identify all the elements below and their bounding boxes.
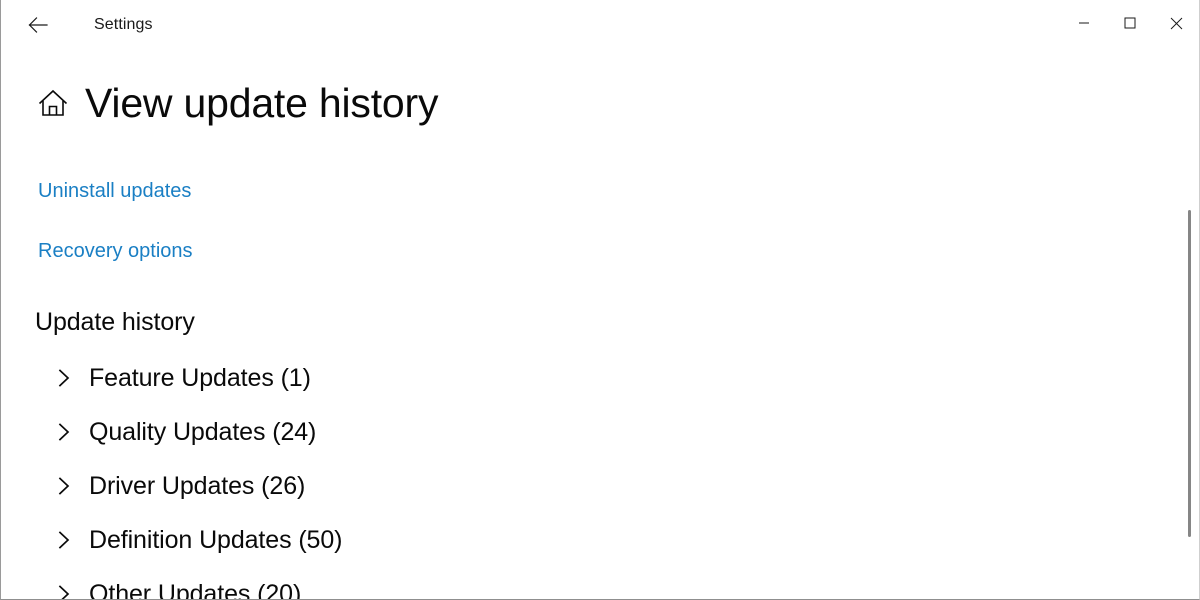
update-category-other-updates[interactable]: Other Updates (20) [51, 567, 651, 600]
chevron-right-icon [51, 581, 77, 599]
update-category-label: Feature Updates (1) [89, 364, 311, 392]
update-category-label: Definition Updates (50) [89, 526, 343, 554]
page-header: View update history [35, 79, 438, 127]
page-title: View update history [85, 80, 439, 126]
chevron-right-icon [51, 419, 77, 445]
chevron-right-icon [51, 527, 77, 553]
home-icon[interactable] [35, 85, 71, 121]
chevron-right-icon [51, 473, 77, 499]
update-history-heading: Update history [35, 308, 195, 336]
update-category-label: Driver Updates (26) [89, 472, 306, 500]
recovery-options-link[interactable]: Recovery options [38, 238, 193, 264]
update-category-label: Other Updates (20) [89, 580, 302, 600]
minimize-button[interactable] [1061, 0, 1107, 46]
update-category-feature-updates[interactable]: Feature Updates (1) [51, 351, 651, 405]
vertical-scrollbar[interactable] [1186, 100, 1193, 598]
close-button[interactable] [1153, 0, 1199, 46]
minimize-icon [1078, 17, 1090, 29]
back-arrow-icon [26, 13, 50, 37]
window-title: Settings [94, 16, 153, 33]
update-history-list: Feature Updates (1) Quality Updates (24)… [51, 351, 651, 600]
maximize-icon [1124, 17, 1136, 29]
update-category-definition-updates[interactable]: Definition Updates (50) [51, 513, 651, 567]
back-button[interactable] [15, 7, 61, 43]
update-category-quality-updates[interactable]: Quality Updates (24) [51, 405, 651, 459]
close-icon [1170, 17, 1183, 30]
caption-buttons [1061, 0, 1199, 46]
page-content: View update history Uninstall updates Re… [1, 50, 1199, 599]
title-bar: Settings [1, 0, 1199, 50]
uninstall-updates-link[interactable]: Uninstall updates [38, 178, 191, 204]
update-category-driver-updates[interactable]: Driver Updates (26) [51, 459, 651, 513]
chevron-right-icon [51, 365, 77, 391]
maximize-button[interactable] [1107, 0, 1153, 46]
update-category-label: Quality Updates (24) [89, 418, 317, 446]
settings-window: Settings View update history Uninstall u… [0, 0, 1200, 600]
scrollbar-thumb[interactable] [1188, 210, 1191, 537]
